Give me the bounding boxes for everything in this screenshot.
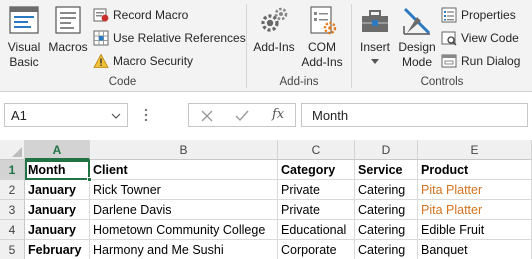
- cancel-icon[interactable]: [200, 109, 214, 123]
- cell-b1[interactable]: Client: [90, 160, 278, 180]
- record-macro-button[interactable]: Record Macro: [93, 5, 188, 25]
- design-mode-label-1: Design: [398, 40, 436, 54]
- formula-input[interactable]: Month: [301, 103, 528, 127]
- com-add-ins-button[interactable]: COM Add-Ins: [300, 4, 344, 70]
- cell-d2[interactable]: Catering: [355, 180, 418, 200]
- toolbox-icon: [362, 10, 388, 32]
- row-header-5[interactable]: 5: [0, 240, 25, 259]
- gears-icon: [261, 7, 288, 32]
- developer-ribbon: Visual Basic Macros Record Macro Use Rel…: [0, 0, 532, 92]
- cell-a5[interactable]: February: [25, 240, 90, 259]
- formula-input-value: Month: [312, 108, 349, 123]
- macros-icon: [55, 6, 81, 34]
- row-header-3[interactable]: 3: [0, 200, 25, 220]
- cell-a1[interactable]: Month: [25, 160, 90, 180]
- run-dialog-icon: [441, 54, 457, 68]
- design-mode-icon: [403, 7, 431, 35]
- macros-label: Macros: [48, 40, 88, 54]
- cell-b2[interactable]: Rick Towner: [90, 180, 278, 200]
- formula-bar: A1 fx Month: [0, 92, 532, 140]
- cell-c2[interactable]: Private: [278, 180, 355, 200]
- name-box-value: A1: [11, 108, 27, 123]
- cell-e3[interactable]: Pita Platter: [418, 200, 532, 220]
- com-add-ins-label-2: Add-Ins: [301, 55, 343, 69]
- visual-basic-label-2: Basic: [9, 55, 39, 69]
- row-header-2[interactable]: 2: [0, 180, 25, 200]
- column-header-a[interactable]: A: [25, 140, 90, 160]
- add-ins-button[interactable]: Add-Ins: [251, 4, 297, 55]
- view-code-label: View Code: [461, 31, 519, 45]
- cell-d1[interactable]: Service: [355, 160, 418, 180]
- cell-c5[interactable]: Corporate: [278, 240, 355, 259]
- cell-b4[interactable]: Hometown Community College: [90, 220, 278, 240]
- macro-security-label: Macro Security: [113, 54, 194, 68]
- warning-icon: [93, 53, 109, 68]
- controls-group-label: Controls: [420, 76, 464, 88]
- use-relative-references-button[interactable]: Use Relative References: [93, 28, 246, 48]
- cell-c1[interactable]: Category: [278, 160, 355, 180]
- add-ins-group-label: Add-ins: [279, 76, 319, 88]
- select-all-corner[interactable]: [0, 140, 25, 160]
- macros-button[interactable]: Macros: [47, 4, 89, 55]
- com-add-ins-label-1: COM: [308, 40, 336, 54]
- column-header-e[interactable]: E: [418, 140, 532, 160]
- spreadsheet-grid: ABCDE 1 Month Client Category Service Product…: [0, 140, 532, 259]
- properties-icon: [441, 7, 457, 23]
- chevron-down-icon: [371, 59, 379, 64]
- cell-d4[interactable]: Catering: [355, 220, 418, 240]
- insert-label: Insert: [359, 40, 390, 54]
- run-dialog-button[interactable]: Run Dialog: [441, 51, 520, 71]
- com-add-ins-icon: [310, 6, 337, 35]
- properties-label: Properties: [461, 8, 516, 22]
- more-options-icon[interactable]: [143, 107, 149, 123]
- cell-a4[interactable]: January: [25, 220, 90, 240]
- record-macro-icon: [93, 8, 109, 22]
- view-code-button[interactable]: View Code: [441, 28, 519, 48]
- row-header-1[interactable]: 1: [0, 160, 25, 180]
- insert-button[interactable]: Insert: [355, 4, 395, 67]
- column-header-c[interactable]: C: [278, 140, 355, 160]
- enter-check-icon[interactable]: [234, 109, 250, 123]
- fill-handle[interactable]: [87, 177, 92, 182]
- cell-e1[interactable]: Product: [418, 160, 532, 180]
- cell-a3[interactable]: January: [25, 200, 90, 220]
- visual-basic-icon: [9, 6, 39, 34]
- cell-d5[interactable]: Catering: [355, 240, 418, 259]
- cell-b3[interactable]: Darlene Davis: [90, 200, 278, 220]
- run-dialog-label: Run Dialog: [461, 54, 521, 68]
- cell-e5[interactable]: Banquet: [418, 240, 532, 259]
- use-relative-references-label: Use Relative References: [113, 31, 246, 45]
- record-macro-label: Record Macro: [113, 8, 189, 22]
- properties-button[interactable]: Properties: [441, 5, 516, 25]
- design-mode-button[interactable]: Design Mode: [396, 4, 438, 70]
- add-ins-label: Add-Ins: [253, 40, 295, 54]
- relative-references-icon: [93, 30, 109, 46]
- cell-e2[interactable]: Pita Platter: [418, 180, 532, 200]
- cell-b5[interactable]: Harmony and Me Sushi: [90, 240, 278, 259]
- formula-actions: fx: [188, 103, 296, 127]
- chevron-down-icon[interactable]: [111, 111, 121, 121]
- cell-c3[interactable]: Private: [278, 200, 355, 220]
- design-mode-label-2: Mode: [401, 55, 433, 69]
- view-code-icon: [441, 31, 457, 46]
- cell-c4[interactable]: Educational: [278, 220, 355, 240]
- visual-basic-button[interactable]: Visual Basic: [4, 4, 44, 70]
- column-header-d[interactable]: D: [355, 140, 418, 160]
- visual-basic-label-1: Visual: [7, 40, 41, 54]
- row-header-4[interactable]: 4: [0, 220, 25, 240]
- macro-security-button[interactable]: Macro Security: [93, 51, 193, 71]
- code-group-label: Code: [108, 76, 137, 88]
- cell-e4[interactable]: Edible Fruit: [418, 220, 532, 240]
- column-header-b[interactable]: B: [90, 140, 278, 160]
- select-all-icon: [12, 147, 22, 157]
- name-box[interactable]: A1: [4, 103, 128, 127]
- cell-d3[interactable]: Catering: [355, 200, 418, 220]
- insert-function-button[interactable]: fx: [272, 107, 284, 122]
- cell-a2[interactable]: January: [25, 180, 90, 200]
